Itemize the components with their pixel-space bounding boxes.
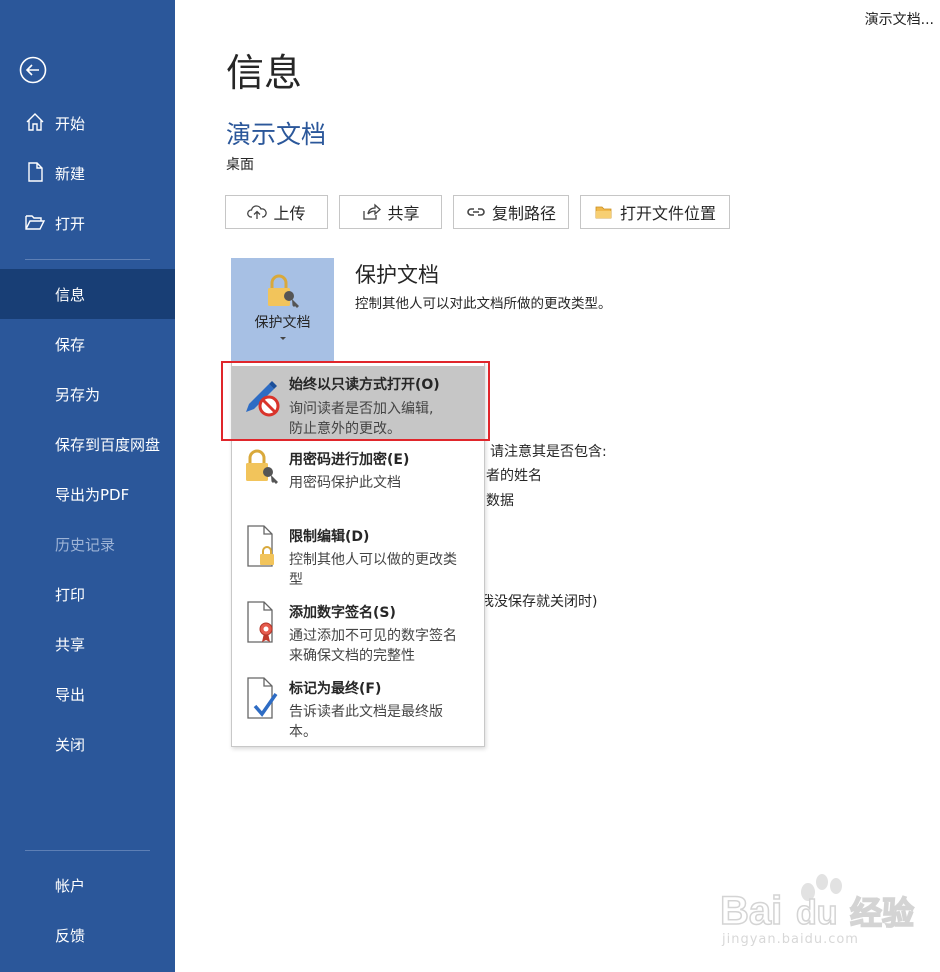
document-name: 演示文档 xyxy=(226,120,327,149)
autosave-note: 我没保存就关闭时) xyxy=(480,594,598,610)
nav-label: 打印 xyxy=(55,585,86,604)
nav-share[interactable]: 共享 xyxy=(0,619,175,669)
nav-label: 另存为 xyxy=(55,385,101,404)
nav-open[interactable]: 打开 xyxy=(0,198,175,248)
back-arrow-icon[interactable] xyxy=(19,56,47,84)
menu-item-encrypt-with-password[interactable]: 用密码进行加密(E) 用密码保护此文档 xyxy=(232,443,484,517)
page-title: 信息 xyxy=(226,51,303,95)
nav-history: 历史记录 xyxy=(0,519,175,569)
document-lock-icon xyxy=(247,525,274,567)
nav-close[interactable]: 关闭 xyxy=(0,719,175,769)
copy-path-button[interactable]: 复制路径 xyxy=(453,195,569,229)
nav-label: 开始 xyxy=(55,114,86,133)
nav-export-pdf[interactable]: 导出为PDF xyxy=(0,469,175,519)
nav-save-to-baidu[interactable]: 保存到百度网盘 xyxy=(0,419,175,469)
nav-home[interactable]: 开始 xyxy=(0,98,175,148)
protect-document-button[interactable]: 保护文档 xyxy=(231,258,334,362)
menu-item-description: 用密码保护此文档 xyxy=(289,475,401,491)
new-document-icon xyxy=(28,162,43,182)
menu-item-add-digital-signature[interactable]: 添加数字签名(S) 通过添加不可见的数字签名来确保文档的完整性 xyxy=(232,596,484,670)
inspect-note: 请注意其是否包含: xyxy=(490,444,607,460)
watermark-url: jingyan.baidu.com xyxy=(722,932,859,947)
sidebar-divider xyxy=(25,850,150,851)
menu-item-restrict-editing[interactable]: 限制编辑(D) 控制其他人可以做的更改类型 xyxy=(232,520,484,594)
copy-path-label: 复制路径 xyxy=(491,204,556,223)
open-file-location-label: 打开文件位置 xyxy=(619,204,716,223)
inspect-item-data: 数据 xyxy=(486,493,514,509)
nav-label: 保存 xyxy=(55,335,86,354)
window-title: 演示文档... xyxy=(864,12,934,28)
backstage-sidebar: 开始 新建 打开 信息 保存 另存为 保存到百度网盘 导出为PDF 历史记录 打… xyxy=(0,0,175,972)
inspect-item-author: 者的姓名 xyxy=(486,468,542,484)
protect-section-title: 保护文档 xyxy=(355,263,439,287)
upload-button[interactable]: 上传 xyxy=(225,195,328,229)
nav-label: 导出为PDF xyxy=(55,485,130,504)
document-location[interactable]: 桌面 xyxy=(226,154,254,174)
lock-key-icon xyxy=(268,274,299,308)
menu-item-mark-as-final[interactable]: 标记为最终(F) 告诉读者此文档是最终版本。 xyxy=(232,672,484,746)
nav-label: 打开 xyxy=(55,214,86,233)
highlight-annotation-box xyxy=(221,361,490,441)
upload-label: 上传 xyxy=(273,204,306,223)
nav-label: 关闭 xyxy=(55,735,86,754)
nav-save[interactable]: 保存 xyxy=(0,319,175,369)
nav-feedback[interactable]: 反馈 xyxy=(0,910,175,960)
menu-item-title: 标记为最终(F) xyxy=(289,681,382,697)
menu-item-description: 告诉读者此文档是最终版本。 xyxy=(289,704,443,740)
nav-new[interactable]: 新建 xyxy=(0,148,175,198)
menu-item-title: 限制编辑(D) xyxy=(289,529,370,545)
menu-item-description: 通过添加不可见的数字签名来确保文档的完整性 xyxy=(289,628,457,664)
nav-print[interactable]: 打印 xyxy=(0,569,175,619)
nav-label: 新建 xyxy=(55,164,86,183)
svg-text:经验: 经验 xyxy=(850,894,914,932)
nav-account[interactable]: 帐户 xyxy=(0,860,175,910)
sidebar-divider xyxy=(25,259,150,260)
nav-export[interactable]: 导出 xyxy=(0,669,175,719)
protect-tile-label: 保护文档 xyxy=(254,315,311,331)
nav-label: 导出 xyxy=(55,685,86,704)
nav-label: 历史记录 xyxy=(55,535,116,554)
folder-icon xyxy=(595,206,612,219)
lock-key-icon xyxy=(246,449,278,484)
upload-icon xyxy=(247,205,268,219)
home-icon xyxy=(26,113,44,131)
menu-item-description: 控制其他人可以做的更改类型 xyxy=(289,552,457,588)
nav-label: 帐户 xyxy=(55,876,86,895)
open-file-location-button[interactable]: 打开文件位置 xyxy=(580,195,730,229)
svg-text:du: du xyxy=(796,894,838,932)
link-icon xyxy=(467,208,485,216)
nav-label: 反馈 xyxy=(55,926,86,945)
nav-label: 保存到百度网盘 xyxy=(55,435,161,454)
svg-text:Bai: Bai xyxy=(720,889,782,933)
nav-save-as[interactable]: 另存为 xyxy=(0,369,175,419)
menu-item-title: 添加数字签名(S) xyxy=(289,605,396,621)
nav-label: 共享 xyxy=(55,635,86,654)
document-ribbon-icon xyxy=(247,601,273,643)
share-label: 共享 xyxy=(387,204,420,223)
menu-item-title: 用密码进行加密(E) xyxy=(289,452,410,468)
nav-info[interactable]: 信息 xyxy=(0,269,175,319)
nav-label: 信息 xyxy=(55,285,86,304)
protect-section-description: 控制其他人可以对此文档所做的更改类型。 xyxy=(355,296,612,312)
document-check-icon xyxy=(247,677,278,719)
share-button[interactable]: 共享 xyxy=(339,195,442,229)
open-folder-icon xyxy=(25,215,46,230)
chevron-down-icon xyxy=(280,337,286,340)
share-icon xyxy=(363,203,382,220)
